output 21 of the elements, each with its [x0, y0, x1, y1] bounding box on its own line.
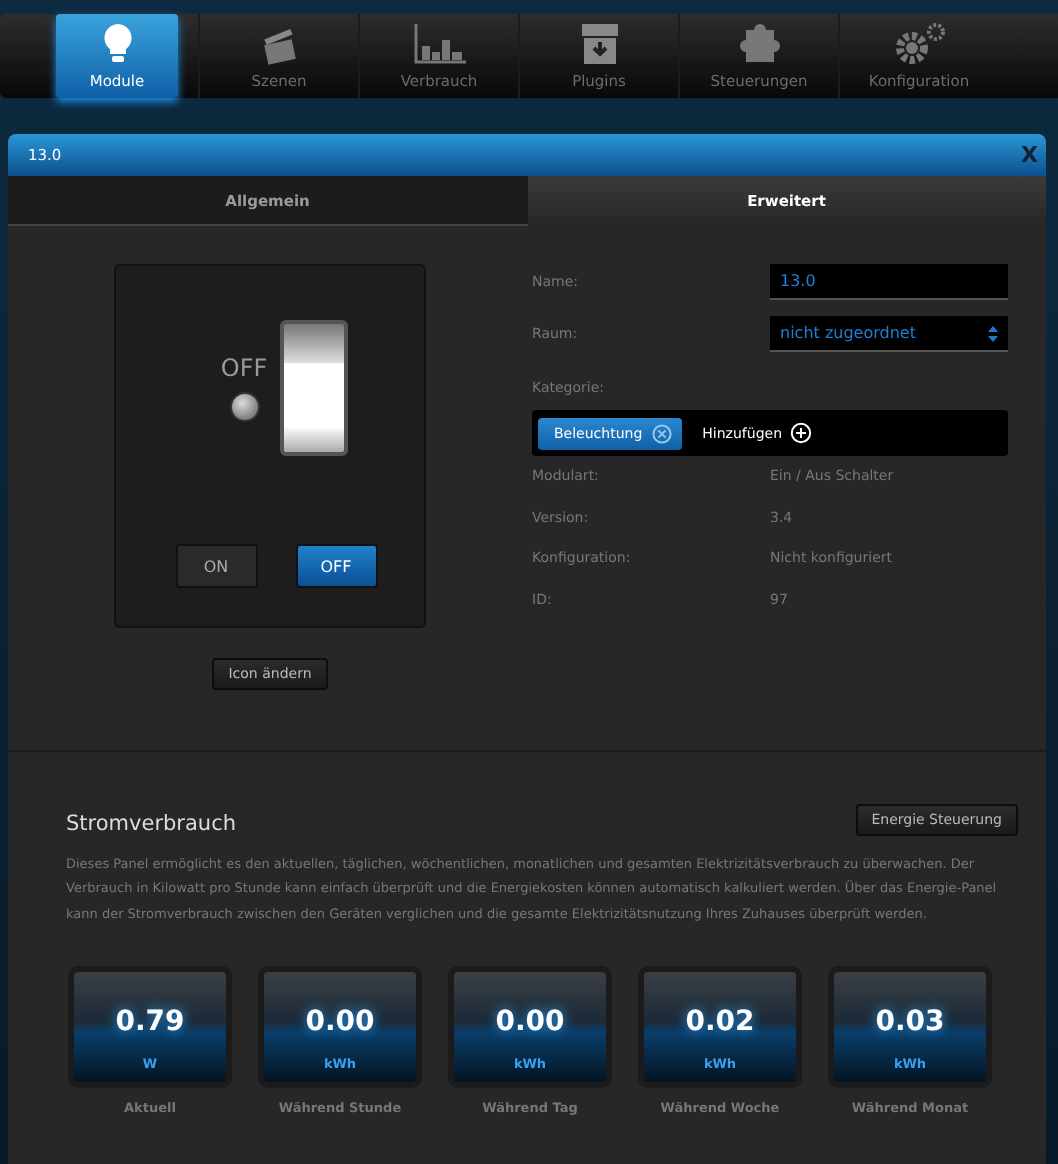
close-button[interactable]: X — [1013, 142, 1046, 168]
switch-button[interactable]: ON — [175, 544, 257, 588]
remove-icon[interactable] — [652, 423, 673, 443]
name-input[interactable]: 13.0 — [770, 264, 1008, 300]
box-download-icon — [579, 22, 619, 66]
rocker-switch[interactable] — [279, 320, 348, 456]
clapperboard-icon — [259, 26, 299, 66]
lightbulb-icon — [101, 22, 133, 66]
meter-value: 0.03 — [875, 1005, 945, 1038]
room-select[interactable]: nicht zugeordnet — [770, 316, 1008, 352]
meter-value: 0.79 — [115, 1005, 185, 1038]
switch-button[interactable]: OFF — [295, 544, 377, 588]
meter-value: 0.00 — [495, 1005, 565, 1038]
meter-value: 0.00 — [305, 1005, 375, 1038]
section-title: Stromverbrauch — [66, 812, 237, 836]
bar-chart-icon — [411, 22, 467, 66]
plus-circle-icon — [790, 422, 812, 444]
switch-state-label: OFF — [220, 354, 268, 382]
gears-icon — [891, 22, 947, 66]
updown-arrow-icon — [988, 325, 998, 341]
meter-value: 0.02 — [685, 1005, 755, 1038]
